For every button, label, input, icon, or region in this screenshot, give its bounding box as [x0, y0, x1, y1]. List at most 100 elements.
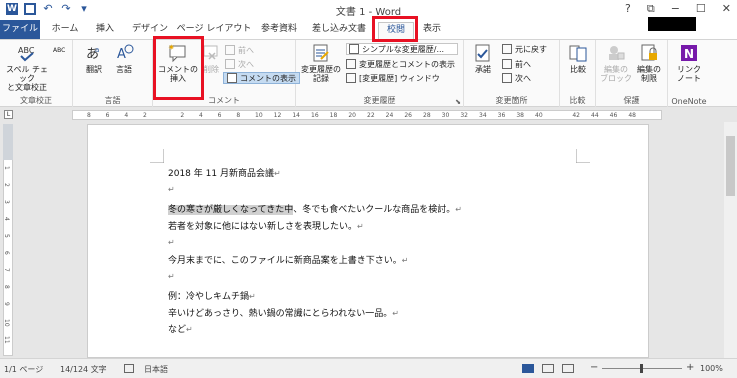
tab-mailings[interactable]: 差し込み文書 — [308, 22, 370, 39]
zoom-level[interactable]: 100% — [700, 364, 723, 373]
document-paragraph[interactable]: 今月末までに、このファイルに新商品案を上書き下さい。↵ — [168, 253, 408, 266]
ruler-tick-label: 16 — [311, 112, 319, 119]
vertical-ruler-margin — [3, 124, 13, 160]
ribbon-display-icon[interactable]: ⧉ — [647, 2, 655, 16]
title-bar: W ↶ ↷ ▾ 文書 1 - Word ? ⧉ − ☐ ✕ — [0, 0, 737, 20]
ruler-tick-label: 42 — [572, 112, 580, 119]
tab-selector-icon[interactable]: L — [4, 110, 13, 119]
document-paragraph[interactable]: 辛いけどあっさり、熱い鍋の常識にとらわれない一品。↵ — [168, 306, 399, 319]
restrict-editing-button[interactable]: 編集の 制限 — [633, 43, 665, 83]
group-changes-label: 変更箇所 — [495, 96, 528, 105]
zoom-in-icon[interactable]: + — [686, 362, 694, 373]
reject-button[interactable]: 元に戻す — [502, 43, 547, 55]
abc-check-icon: ABC — [17, 43, 37, 63]
onenote-icon: N — [679, 43, 699, 63]
vertical-ruler-tick-label: 7 — [3, 268, 10, 272]
document-paragraph[interactable]: 2018 年 11 月新商品会議↵ — [168, 166, 281, 179]
ruler-tick-label: 34 — [479, 112, 487, 119]
user-account[interactable] — [648, 17, 696, 31]
show-comments-button[interactable]: コメントの表示 — [223, 72, 300, 84]
svg-text:N: N — [684, 47, 694, 61]
group-proofing-label: 文章校正 — [20, 96, 52, 105]
spelling-grammar-button[interactable]: ABC スペル チェック と文章校正 — [4, 43, 50, 92]
linked-notes-label: リンク ノート — [677, 65, 701, 83]
help-icon[interactable]: ? — [625, 2, 631, 16]
ruler-tick-label: 12 — [273, 112, 282, 119]
compare-button[interactable]: 比較 — [564, 43, 592, 74]
delete-comment-icon — [201, 43, 221, 63]
tracking-dialog-launcher-icon[interactable]: ⬊ — [455, 98, 461, 106]
reject-icon — [502, 44, 512, 54]
document-paragraph[interactable]: ↵ — [168, 238, 175, 248]
ruler-tick-label: 18 — [329, 112, 338, 119]
accept-button[interactable]: 承諾 — [468, 43, 498, 74]
language-status[interactable]: 日本語 — [144, 364, 168, 375]
show-markup-button[interactable]: 変更履歴とコメントの表示 — [346, 58, 455, 70]
group-compare: 比較 比較 — [560, 40, 596, 107]
next-comment-button[interactable]: 次へ — [225, 58, 254, 70]
scroll-thumb[interactable] — [726, 136, 735, 196]
tab-references[interactable]: 参考資料 — [256, 22, 302, 39]
document-paragraph[interactable]: ↵ — [168, 272, 175, 282]
window-controls: ? ⧉ − ☐ ✕ — [625, 2, 731, 16]
group-protect-label: 保護 — [623, 96, 640, 105]
group-proofing: ABC スペル チェック と文章校正 ABC 文章校正 — [0, 40, 73, 107]
reviewing-pane-button[interactable]: [変更履歴] ウィンドウ — [346, 72, 440, 84]
group-tracking-label: 変更履歴 — [363, 96, 396, 105]
restrict-editing-label: 編集の 制限 — [637, 65, 661, 83]
track-changes-icon — [311, 43, 331, 63]
next-comment-icon — [225, 59, 235, 69]
tab-view[interactable]: 表示 — [418, 22, 446, 39]
zoom-out-icon[interactable]: − — [590, 362, 598, 373]
web-layout-icon[interactable] — [562, 364, 574, 373]
translate-label: 翻訳 — [86, 65, 102, 74]
vertical-ruler-tick-label: 1 — [3, 166, 10, 170]
paragraph-text: 辛いけどあっさり、熱い鍋の常識にとらわれない一品。 — [168, 309, 393, 319]
language-button[interactable]: A 言語 — [109, 43, 139, 74]
ruler-tick-label: 10 — [255, 112, 263, 119]
language-label: 言語 — [116, 65, 132, 74]
minimize-icon[interactable]: − — [671, 2, 680, 16]
markup-mode-select[interactable]: シンプルな変更履歴/... — [346, 43, 458, 55]
ribbon-tabs: ファイル ホーム 挿入 デザイン ページ レイアウト 参考資料 差し込み文書 校… — [0, 20, 737, 39]
document-paragraph[interactable]: 例：冷やしキムチ鍋↵ — [168, 289, 256, 302]
document-paragraph[interactable]: ↵ — [168, 185, 175, 195]
reviewing-pane-label: [変更履歴] ウィンドウ — [359, 73, 440, 83]
vertical-ruler-tick-label: 8 — [3, 285, 10, 289]
document-paragraph[interactable]: など↵ — [168, 322, 193, 335]
paragraph-mark-icon: ↵ — [357, 222, 364, 231]
page-count[interactable]: 1/1 ページ — [4, 364, 43, 375]
maximize-icon[interactable]: ☐ — [696, 2, 706, 16]
group-language: あa 翻訳 A 言語 言語 — [73, 40, 153, 107]
paragraph-mark-icon: ↵ — [168, 238, 175, 247]
proofing-status-icon[interactable] — [124, 364, 134, 373]
next-change-button[interactable]: 次へ — [502, 72, 531, 84]
horizontal-ruler[interactable]: 8 6 4 2 2 4 6 8 10 12 14 16 18 20 22 24 26 28 30 32 34 36 38 40… — [72, 110, 662, 120]
tab-file[interactable]: ファイル — [0, 20, 40, 39]
read-mode-icon[interactable] — [522, 364, 534, 373]
document-paragraph[interactable]: 若者を対象に他にはない新しさを表現したい。↵ — [168, 219, 364, 232]
tab-insert[interactable]: 挿入 — [88, 22, 122, 39]
zoom-slider-thumb[interactable] — [640, 364, 643, 373]
prev-change-button[interactable]: 前へ — [502, 58, 531, 70]
prev-comment-button[interactable]: 前へ — [225, 44, 254, 56]
ruler-tick-label: 8 — [87, 112, 91, 119]
word-count[interactable]: 14/124 文字 — [60, 364, 107, 375]
tab-home[interactable]: ホーム — [47, 22, 83, 39]
show-comments-label: コメントの表示 — [240, 73, 296, 83]
document-paragraph[interactable]: 冬の寒さが厳しくなってきた中、冬でも食べたいクールな商品を検討。↵ — [168, 202, 462, 215]
translate-button[interactable]: あa 翻訳 — [79, 43, 109, 74]
print-layout-icon[interactable] — [542, 364, 554, 373]
show-comments-icon — [227, 73, 237, 83]
prev-change-label: 前へ — [515, 59, 531, 69]
ruler-tick-label: 24 — [385, 112, 394, 119]
ruler-tick-label: 36 — [497, 112, 506, 119]
linked-notes-button[interactable]: N リンク ノート — [672, 43, 706, 83]
selected-text[interactable]: 冬の寒さが厳しくなってきた中 — [168, 205, 294, 215]
block-authors-button[interactable]: 編集の ブロック — [599, 43, 633, 83]
track-changes-button[interactable]: 変更履歴の 記録 — [299, 43, 343, 83]
close-icon[interactable]: ✕ — [722, 2, 731, 16]
paragraph-mark-icon: ↵ — [273, 169, 281, 178]
vertical-scrollbar[interactable] — [724, 122, 737, 358]
word-count-button[interactable]: ABC — [53, 44, 65, 56]
